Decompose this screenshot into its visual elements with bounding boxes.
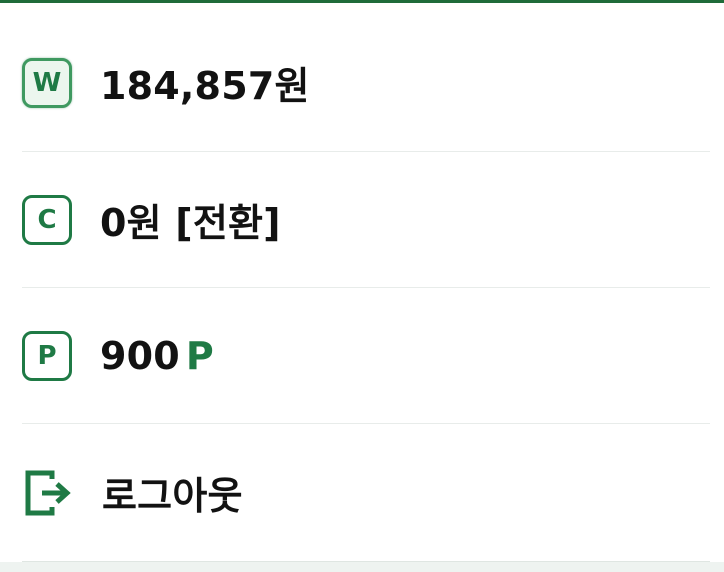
logout-row[interactable]: 로그아웃 [22,424,710,562]
wallet-balance-row[interactable]: W 184,857원 [22,14,710,152]
cash-balance-amount: 0원 [100,201,162,245]
cash-balance-row: C 0원 [전환] [22,152,710,288]
logout-icon [22,467,74,519]
wallet-balance-amount: 184,857원 [100,64,310,108]
cash-c-icon: C [22,194,72,245]
points-label: 900 P [100,334,214,378]
cash-balance-label: 0원 [전환] [100,192,281,247]
logout-icon-graphic [25,470,71,515]
points-row[interactable]: P 900 P [22,288,710,424]
points-amount: 900 [100,333,180,378]
bottom-background [0,562,724,572]
top-border [0,0,724,3]
wallet-w-icon: W [22,57,72,108]
account-menu: W 184,857원 C 0원 [전환] P 900 P 로그아웃 [22,14,710,562]
points-unit: P [185,333,214,378]
convert-link[interactable]: [전환] [175,201,280,245]
point-p-icon: P [22,330,72,381]
logout-label: 로그아웃 [102,474,243,518]
